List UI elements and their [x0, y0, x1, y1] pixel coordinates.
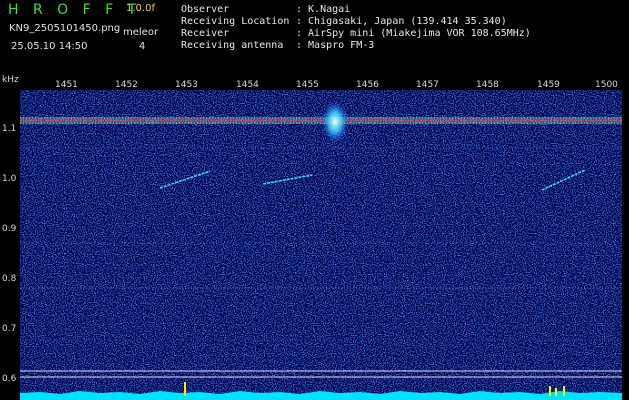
- event-marker: [555, 388, 557, 396]
- freq-tick: 0.8: [2, 274, 17, 284]
- freq-tick: 1.1: [2, 124, 17, 134]
- event-marker: [549, 386, 551, 396]
- time-tick: 1454: [236, 80, 259, 90]
- receiver-label: Receiver: [181, 28, 230, 39]
- antenna-label: Receiving antenna: [181, 40, 284, 51]
- freq-tick: 0.6: [2, 374, 17, 384]
- event-marker: [184, 382, 186, 396]
- time-tick: 1459: [537, 80, 560, 90]
- app-title: H R O F F T: [8, 2, 142, 18]
- mode-label: meleor: [123, 27, 159, 38]
- app-version: 1.0.0f: [126, 3, 155, 14]
- time-tick: 1453: [175, 80, 198, 90]
- observer-value: : K.Nagai: [296, 4, 351, 15]
- time-tick: 1457: [416, 80, 439, 90]
- receiver-value: : AirSpy mini (Miakejima VOR 108.65MHz): [296, 28, 531, 39]
- time-tick: 1451: [55, 80, 78, 90]
- time-tick: 1458: [476, 80, 499, 90]
- header-panel: H R O F F T 1.0.0f KN9_2505101450.png me…: [0, 0, 629, 74]
- date-time: 25.05.10 14:50: [11, 41, 88, 52]
- freq-tick: 1.0: [2, 174, 17, 184]
- location-value: : Chigasaki, Japan (139.414 35.340): [296, 16, 507, 27]
- meteor-count: 4: [139, 41, 146, 52]
- freq-unit-label: kHz: [2, 75, 19, 85]
- burst-echo: [321, 100, 349, 144]
- freq-tick: 0.9: [2, 224, 17, 234]
- plot-background: [20, 90, 622, 400]
- spectrogram-plot: [20, 90, 622, 400]
- time-tick: 1456: [356, 80, 379, 90]
- observer-label: Observer: [181, 4, 230, 15]
- time-tick: 1500: [595, 80, 618, 90]
- event-marker: [563, 386, 565, 396]
- file-name: KN9_2505101450.png: [9, 23, 121, 34]
- time-tick: 1455: [296, 80, 319, 90]
- location-label: Receiving Location: [181, 16, 290, 27]
- antenna-value: : Maspro FM-3: [296, 40, 375, 51]
- time-tick: 1452: [115, 80, 138, 90]
- freq-tick: 0.7: [2, 324, 17, 334]
